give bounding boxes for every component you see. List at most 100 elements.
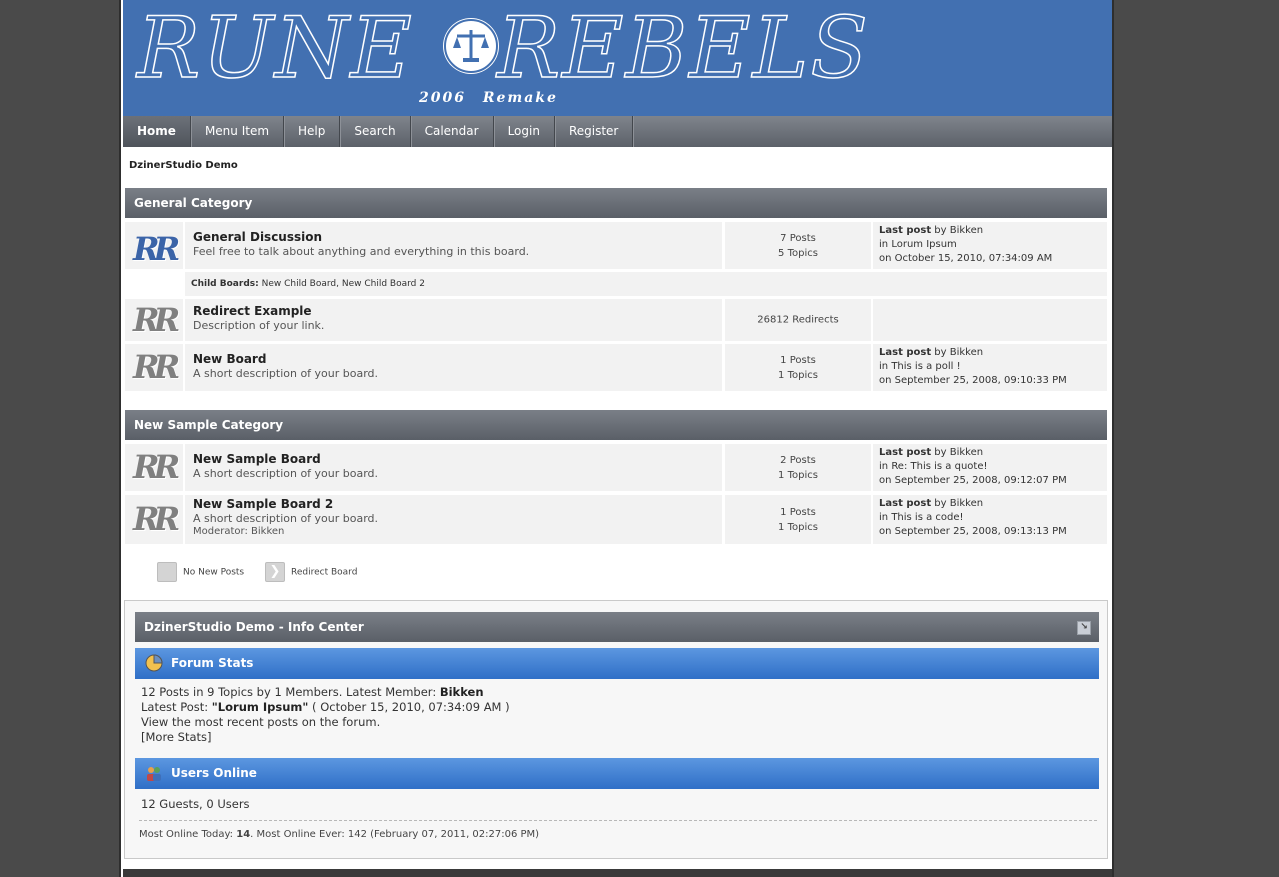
info-center: DzinerStudio Demo - Info Center ↘ Forum … (124, 600, 1108, 859)
new-posts-icon: RR (133, 230, 180, 268)
last-post-user-link[interactable]: Bikken (950, 498, 983, 509)
last-post-user-link[interactable]: Bikken (950, 225, 983, 236)
by-label: by (934, 225, 947, 236)
category-header-new-sample[interactable]: New Sample Category (125, 410, 1107, 440)
nav-item-register[interactable]: Register (555, 116, 634, 147)
moderator-label: Moderator: (193, 526, 248, 537)
board-info: General Discussion Feel free to talk abo… (185, 222, 722, 269)
last-post-date: on October 15, 2010, 07:34:09 AM (879, 253, 1053, 264)
legend-no-new-posts: No New Posts (157, 562, 244, 582)
board-info: New Sample Board 2 A short description o… (185, 495, 722, 544)
no-new-posts-icon: RR (133, 500, 180, 538)
topic-count: 1 Topics (778, 521, 818, 533)
last-post-topic-link[interactable]: This is a poll ! (891, 361, 960, 372)
board-link[interactable]: General Discussion (193, 230, 714, 244)
in-label: in (879, 461, 889, 472)
no-new-posts-icon: RR (133, 301, 180, 339)
latest-post-date: ( October 15, 2010, 07:34:09 AM ) (308, 700, 510, 714)
nav-item-calendar[interactable]: Calendar (411, 116, 494, 147)
latest-post-label: Latest Post: (141, 700, 212, 714)
recent-posts-link[interactable]: View the most recent posts on the forum. (141, 715, 510, 730)
logo-subtitle: 2006 Remake (419, 90, 558, 106)
board-link[interactable]: New Sample Board (193, 452, 714, 466)
last-post-date: on September 25, 2008, 09:12:07 PM (879, 475, 1067, 486)
by-label: by (934, 447, 947, 458)
nav-item-login[interactable]: Login (494, 116, 555, 147)
last-post-label: Last post (879, 225, 932, 236)
pie-chart-icon (145, 654, 163, 672)
last-post-user-link[interactable]: Bikken (950, 447, 983, 458)
board-info: Redirect Example Description of your lin… (185, 299, 722, 341)
nav-item-search[interactable]: Search (340, 116, 411, 147)
child-board-link[interactable]: New Child Board 2 (342, 279, 425, 289)
board-description: A short description of your board. (193, 467, 379, 480)
more-stats-link[interactable]: [More Stats] (141, 730, 510, 745)
last-post-topic-link[interactable]: Lorum Ipsum (891, 239, 956, 250)
collapse-icon[interactable]: ↘ (1077, 621, 1091, 635)
forum-stats-title: Forum Stats (171, 656, 254, 670)
no-new-posts-icon: RR (133, 448, 180, 486)
breadcrumb[interactable]: DzinerStudio Demo (129, 160, 238, 171)
footer-strip (123, 869, 1112, 877)
logo-text-right: REBELS (496, 0, 870, 97)
legend-label: Redirect Board (291, 567, 358, 578)
latest-post-link[interactable]: "Lorum Ipsum" (212, 700, 309, 714)
board-link[interactable]: New Sample Board 2 (193, 497, 714, 511)
nav-item-menu-item[interactable]: Menu Item (191, 116, 285, 147)
users-online-summary: 12 Guests, 0 Users (141, 797, 250, 811)
nav-item-home[interactable]: Home (123, 116, 191, 147)
board-legend: No New Posts ❯ Redirect Board (157, 562, 375, 582)
child-boards-label: Child Boards: (191, 279, 259, 289)
board-description: Description of your link. (193, 319, 325, 332)
board-link[interactable]: Redirect Example (193, 304, 714, 318)
last-post-date: on September 25, 2008, 09:13:13 PM (879, 526, 1067, 537)
board-status-icon: RR (125, 344, 183, 391)
most-online-today-value: 14 (236, 829, 251, 840)
no-new-posts-icon: RR (133, 348, 180, 386)
post-count: 1 Posts (780, 354, 816, 366)
forum-stats-body: 12 Posts in 9 Topics by 1 Members. Lates… (141, 685, 510, 745)
post-count: 2 Posts (780, 454, 816, 466)
last-post-label: Last post (879, 347, 932, 358)
board-status-icon: RR (125, 222, 183, 269)
in-label: in (879, 239, 889, 250)
most-online-ever: . Most Online Ever: 142 (February 07, 20… (250, 829, 540, 840)
logo-text-left: RUNE (136, 0, 414, 97)
moderator-line: Moderator: Bikken (193, 526, 714, 537)
last-post-info: Last post by Bikken in This is a code! o… (873, 495, 1107, 544)
last-post-date: on September 25, 2008, 09:10:33 PM (879, 375, 1067, 386)
latest-member-link[interactable]: Bikken (440, 685, 484, 699)
info-center-header: DzinerStudio Demo - Info Center ↘ (135, 612, 1099, 642)
board-stats: 2 Posts 1 Topics (725, 444, 871, 491)
topic-count: 1 Topics (778, 469, 818, 481)
nav-item-help[interactable]: Help (284, 116, 341, 147)
in-label: in (879, 512, 889, 523)
in-label: in (879, 361, 889, 372)
last-post-topic-link[interactable]: Re: This is a quote! (891, 461, 987, 472)
users-online-header: Users Online (135, 758, 1099, 789)
board-link[interactable]: New Board (193, 352, 714, 366)
site-banner[interactable]: RUNE REBELS 2006 Remake (123, 0, 1112, 116)
child-board-link[interactable]: New Child Board (262, 279, 337, 289)
by-label: by (934, 347, 947, 358)
legend-label: No New Posts (183, 567, 245, 578)
last-post-label: Last post (879, 498, 932, 509)
board-stats: 1 Posts 1 Topics (725, 344, 871, 391)
most-online-today-label: Most Online Today: (139, 829, 237, 840)
last-post-info: Last post by Bikken in Re: This is a quo… (873, 444, 1107, 491)
category-header-general[interactable]: General Category (125, 188, 1107, 218)
last-post-info: Last post by Bikken in This is a poll ! … (873, 344, 1107, 391)
forum-stats-header: Forum Stats (135, 648, 1099, 679)
stats-summary: 12 Posts in 9 Topics by 1 Members. Lates… (141, 685, 440, 699)
board-info: New Board A short description of your bo… (185, 344, 722, 391)
board-stats: 26812 Redirects (725, 299, 871, 341)
last-post-user-link[interactable]: Bikken (950, 347, 983, 358)
topic-count: 5 Topics (778, 247, 818, 259)
last-post-topic-link[interactable]: This is a code! (891, 512, 963, 523)
info-center-title: DzinerStudio Demo - Info Center (144, 620, 364, 634)
users-online-title: Users Online (171, 766, 257, 780)
by-label: by (934, 498, 947, 509)
moderator-link[interactable]: Bikken (251, 526, 284, 537)
last-post-info: Last post by Bikken in Lorum Ipsum on Oc… (873, 222, 1107, 269)
board-stats: 1 Posts 1 Topics (725, 495, 871, 544)
